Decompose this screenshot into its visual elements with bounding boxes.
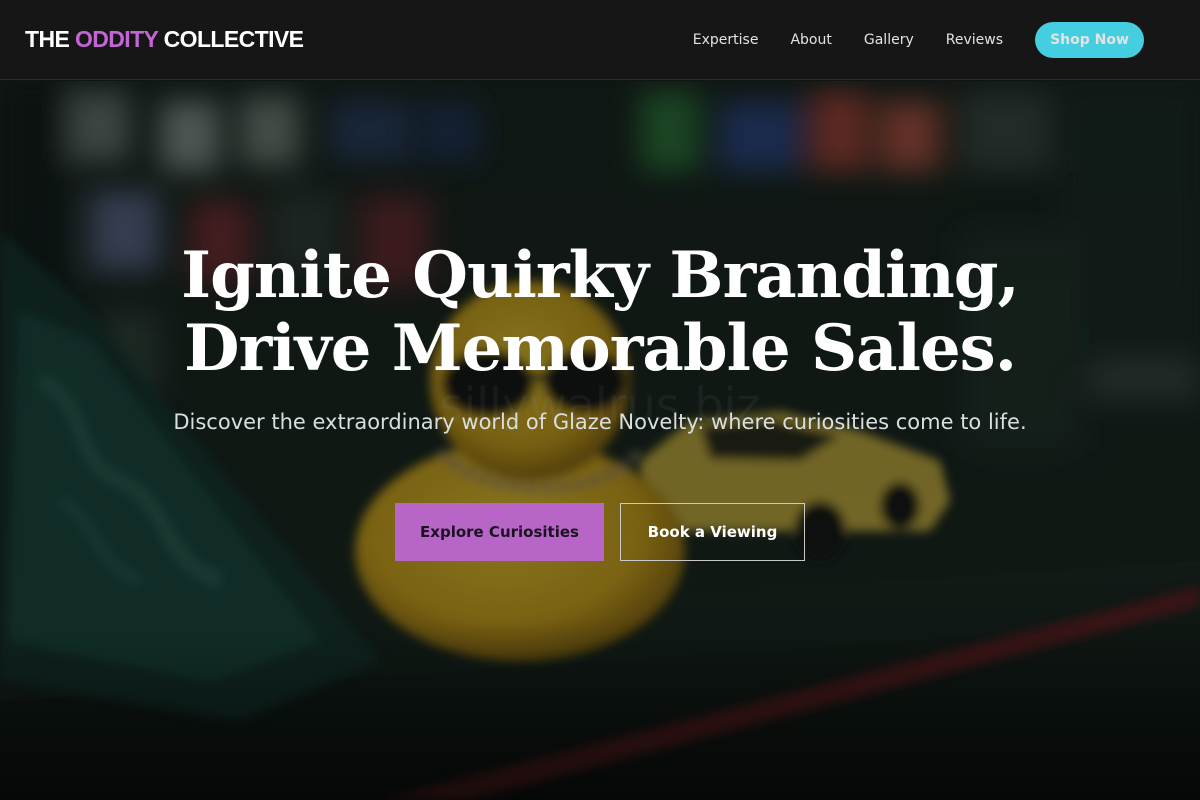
- nav-link-expertise[interactable]: Expertise: [693, 32, 759, 48]
- book-a-viewing-button[interactable]: Book a Viewing: [620, 503, 805, 561]
- nav-link-about[interactable]: About: [790, 32, 831, 48]
- hero-content: Ignite Quirky Branding, Drive Memorable …: [0, 81, 1200, 800]
- hero-subtitle: Discover the extraordinary world of Glaz…: [173, 410, 1027, 434]
- logo-text-start: THE: [25, 26, 75, 52]
- logo-text-accent: ODDITY: [75, 26, 158, 52]
- hero-headline: Ignite Quirky Branding, Drive Memorable …: [0, 239, 1200, 385]
- hero-headline-line-1: Ignite Quirky Branding,: [181, 238, 1020, 313]
- nav-link-gallery[interactable]: Gallery: [864, 32, 914, 48]
- logo-text-end: COLLECTIVE: [157, 26, 304, 52]
- brand-logo[interactable]: THE ODDITY COLLECTIVE: [25, 26, 304, 53]
- main-nav: Expertise About Gallery Reviews Shop Now: [693, 21, 1176, 58]
- hero-section: sillywalrus.biz Ignite Quirky Branding, …: [0, 81, 1200, 800]
- nav-link-reviews[interactable]: Reviews: [946, 32, 1003, 48]
- shop-now-button[interactable]: Shop Now: [1035, 21, 1144, 58]
- site-header: THE ODDITY COLLECTIVE Expertise About Ga…: [0, 0, 1200, 80]
- hero-headline-line-2: Drive Memorable Sales.: [184, 311, 1017, 386]
- explore-curiosities-button[interactable]: Explore Curiosities: [395, 503, 604, 561]
